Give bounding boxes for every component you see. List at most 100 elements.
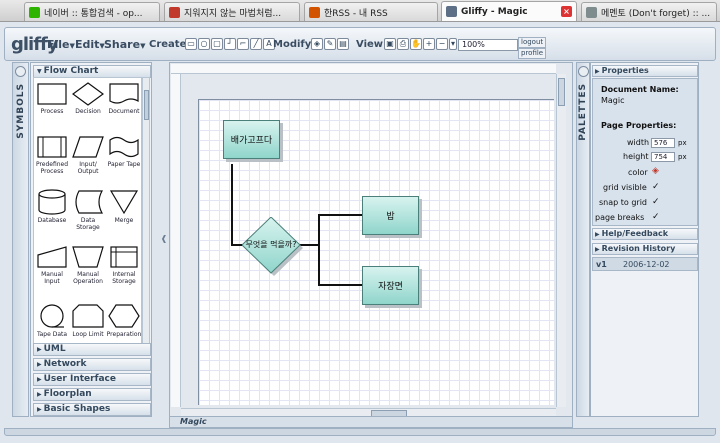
- section-user-interface[interactable]: ▶ User Interface: [33, 373, 151, 386]
- arrange-icon[interactable]: ▤: [337, 38, 349, 50]
- paint-bucket-icon[interactable]: ◈: [652, 167, 661, 176]
- line-color-icon[interactable]: ✎: [324, 38, 336, 50]
- symbols-toggle-icon[interactable]: [15, 66, 26, 77]
- option-node-jajangmyeon[interactable]: 자장면: [362, 266, 419, 305]
- scrollbar-thumb[interactable]: [144, 90, 149, 120]
- symbol-merge[interactable]: Merge: [106, 189, 141, 247]
- revision-history-label: Revision History: [601, 244, 676, 253]
- symbol-manual-input[interactable]: Manual Input: [34, 245, 70, 303]
- logout-link[interactable]: logout: [518, 37, 547, 48]
- symbol-label: Data Storage: [76, 217, 100, 231]
- connector-line[interactable]: [231, 164, 233, 245]
- symbol-data-storage[interactable]: Data Storage: [70, 189, 106, 247]
- triangle-right-icon: ▶: [37, 346, 42, 353]
- symbols-panel: ▼ Flow Chart Process Decision Document Pr…: [30, 62, 152, 417]
- symbol-label: Manual Input: [41, 271, 63, 285]
- symbol-process[interactable]: Process: [34, 82, 70, 140]
- start-node[interactable]: 배가고프다: [223, 120, 280, 159]
- palettes-tab[interactable]: PALETTES: [576, 62, 590, 417]
- symbol-paper-tape[interactable]: Paper Tape: [106, 135, 141, 193]
- browser-tab-blog[interactable]: 지워지지 않는 마법처럼...: [164, 2, 300, 21]
- file-menu[interactable]: File▼: [47, 38, 75, 51]
- browser-tab-naver[interactable]: 네이버 :: 통합검색 - op...: [24, 2, 160, 21]
- zoom-field[interactable]: 100%: [458, 39, 518, 51]
- line-tool-icon[interactable]: ┘: [224, 38, 236, 50]
- file-menu-label: File: [47, 38, 70, 51]
- width-input[interactable]: 576: [651, 138, 675, 148]
- canvas-vertical-scrollbar[interactable]: [556, 74, 566, 407]
- grid-visible-checkbox[interactable]: ✓: [652, 183, 661, 192]
- section-basic-shapes[interactable]: ▶ Basic Shapes: [33, 403, 151, 416]
- fit-page-icon[interactable]: ▣: [384, 38, 396, 50]
- symbol-database[interactable]: Database: [34, 189, 70, 247]
- browser-tab-memento[interactable]: 메멘토 (Don't forget) :: ...: [581, 2, 717, 21]
- symbol-manual-operation[interactable]: Manual Operation: [70, 245, 106, 303]
- connector-line[interactable]: [318, 214, 363, 216]
- share-menu[interactable]: Share▼: [104, 38, 145, 51]
- triangle-right-icon: ▶: [595, 68, 600, 75]
- width-unit: px: [678, 139, 687, 147]
- section-uml[interactable]: ▶ UML: [33, 343, 151, 356]
- properties-header[interactable]: ▶ Properties: [592, 65, 698, 77]
- symbol-label: Input/ Output: [77, 161, 99, 175]
- decision-node[interactable]: 무엇을 먹을까?: [242, 217, 303, 276]
- option-node-rice[interactable]: 밥: [362, 196, 419, 235]
- symbol-preparation[interactable]: Preparation: [106, 303, 141, 347]
- revision-date: 2006-12-02: [623, 260, 670, 269]
- edit-menu[interactable]: Edit▼: [75, 38, 105, 51]
- zoom-dropdown-icon[interactable]: ▾: [449, 38, 457, 50]
- diagram-page[interactable]: 배가고프다 무엇을 먹을까? 밥 자장면: [198, 99, 554, 405]
- browser-tab-gliffy[interactable]: Gliffy - Magic ×: [441, 1, 577, 21]
- symbol-tape-data[interactable]: Tape Data: [34, 303, 70, 347]
- browser-tab-title: 메멘토 (Don't forget) :: ...: [601, 8, 711, 19]
- pan-hand-icon[interactable]: ✋: [410, 38, 422, 50]
- symbols-scrollbar[interactable]: [142, 77, 150, 348]
- input-output-shape-icon: [72, 136, 104, 158]
- zoom-in-icon[interactable]: +: [423, 38, 435, 50]
- diagonal-line-tool-icon[interactable]: ╱: [250, 38, 262, 50]
- browser-tab-bar: 네이버 :: 통합검색 - op... 지워지지 않는 마법처럼... 한RSS…: [0, 0, 720, 22]
- share-menu-label: Share: [104, 38, 141, 51]
- rectangle-tool-icon[interactable]: ▭: [185, 38, 197, 50]
- diagram-canvas-frame: 배가고프다 무엇을 먹을까? 밥 자장면: [169, 62, 573, 423]
- fill-color-icon[interactable]: ◈: [311, 38, 323, 50]
- rounded-rect-tool-icon[interactable]: ▢: [211, 38, 223, 50]
- ellipse-tool-icon[interactable]: ○: [198, 38, 210, 50]
- revision-row[interactable]: v1 2006-12-02: [592, 257, 698, 271]
- connector-line[interactable]: [318, 284, 363, 286]
- revision-history-header[interactable]: ▶ Revision History: [592, 243, 698, 255]
- width-label: width: [627, 138, 650, 147]
- profile-link[interactable]: profile: [518, 48, 547, 59]
- height-input[interactable]: 754: [651, 152, 675, 162]
- naver-favicon-icon: [29, 6, 40, 18]
- symbol-decision[interactable]: Decision: [70, 82, 106, 140]
- browser-tab-hanrss[interactable]: 한RSS - 내 RSS: [304, 2, 438, 21]
- palettes-toggle-icon[interactable]: [578, 66, 589, 77]
- connector-line[interactable]: [318, 214, 320, 286]
- symbol-label: Internal Storage: [112, 271, 136, 285]
- zoom-out-icon[interactable]: −: [436, 38, 448, 50]
- symbols-tab[interactable]: SYMBOLS: [12, 62, 29, 417]
- scrollbar-thumb[interactable]: [558, 78, 565, 106]
- symbol-input-output[interactable]: Input/ Output: [70, 135, 106, 193]
- page-breaks-checkbox[interactable]: ✓: [652, 213, 661, 222]
- close-tab-icon[interactable]: ×: [561, 6, 572, 17]
- help-feedback-header[interactable]: ▶ Help/Feedback: [592, 228, 698, 240]
- symbol-document[interactable]: Document: [106, 82, 141, 140]
- triangle-right-icon: ▶: [595, 231, 600, 238]
- connector-tool-icon[interactable]: ⌐: [237, 38, 249, 50]
- section-floorplan[interactable]: ▶ Floorplan: [33, 388, 151, 401]
- print-icon[interactable]: ⎙: [397, 38, 409, 50]
- symbol-loop-limit[interactable]: Loop Limit: [70, 303, 106, 347]
- document-shape-icon: [109, 83, 139, 104]
- symbol-predefined-process[interactable]: Predefined Process: [34, 135, 70, 193]
- manual-input-shape-icon: [37, 246, 67, 268]
- tape-data-shape-icon: [40, 304, 64, 328]
- collapse-left-icon[interactable]: ❰: [160, 232, 168, 246]
- snap-to-grid-checkbox[interactable]: ✓: [652, 198, 661, 207]
- symbol-internal-storage[interactable]: Internal Storage: [106, 245, 141, 303]
- section-label: User Interface: [43, 374, 116, 384]
- symbol-label: Paper Tape: [107, 161, 141, 168]
- section-network[interactable]: ▶ Network: [33, 358, 151, 371]
- node-label: 배가고프다: [230, 136, 273, 146]
